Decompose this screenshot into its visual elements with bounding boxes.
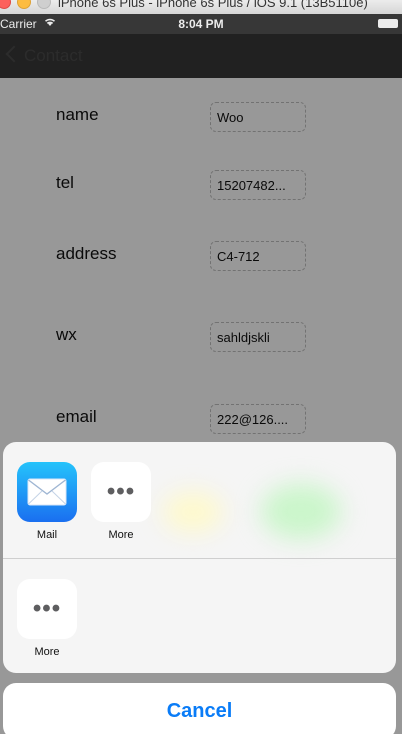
share-more-item[interactable]: ••• More [91,462,151,541]
more-dots-icon: ••• [106,478,136,505]
mail-app-tile[interactable] [17,462,77,522]
status-bar: Carrier 8:04 PM [0,14,402,34]
ios-simulator-screen: iPhone 6s Plus - iPhone 6s Plus / iOS 9.… [0,0,402,734]
more-app-tile[interactable]: ••• [91,462,151,522]
blur-glow [163,492,223,532]
share-item-label: Mail [36,529,58,541]
share-sheet: Mail ••• More ••• More [3,442,396,673]
minimize-window-icon[interactable] [17,0,31,9]
battery-icon [378,19,398,28]
cancel-button[interactable]: Cancel [3,683,396,734]
action-more-item[interactable]: ••• More [17,579,77,658]
status-time: 8:04 PM [178,17,224,31]
zoom-window-icon[interactable] [37,0,51,9]
blur-glow [261,484,341,539]
simulator-title-bar: iPhone 6s Plus - iPhone 6s Plus / iOS 9.… [0,0,402,15]
close-window-icon[interactable] [0,0,11,9]
mail-envelope-icon [27,478,67,506]
share-item-label: More [108,529,134,541]
share-mail-item[interactable]: Mail [17,462,77,541]
more-dots-icon: ••• [32,595,62,622]
simulator-title: iPhone 6s Plus - iPhone 6s Plus / iOS 9.… [58,0,368,10]
share-item-label: More [34,646,60,658]
more-action-tile[interactable]: ••• [17,579,77,639]
sheet-divider [3,558,396,559]
